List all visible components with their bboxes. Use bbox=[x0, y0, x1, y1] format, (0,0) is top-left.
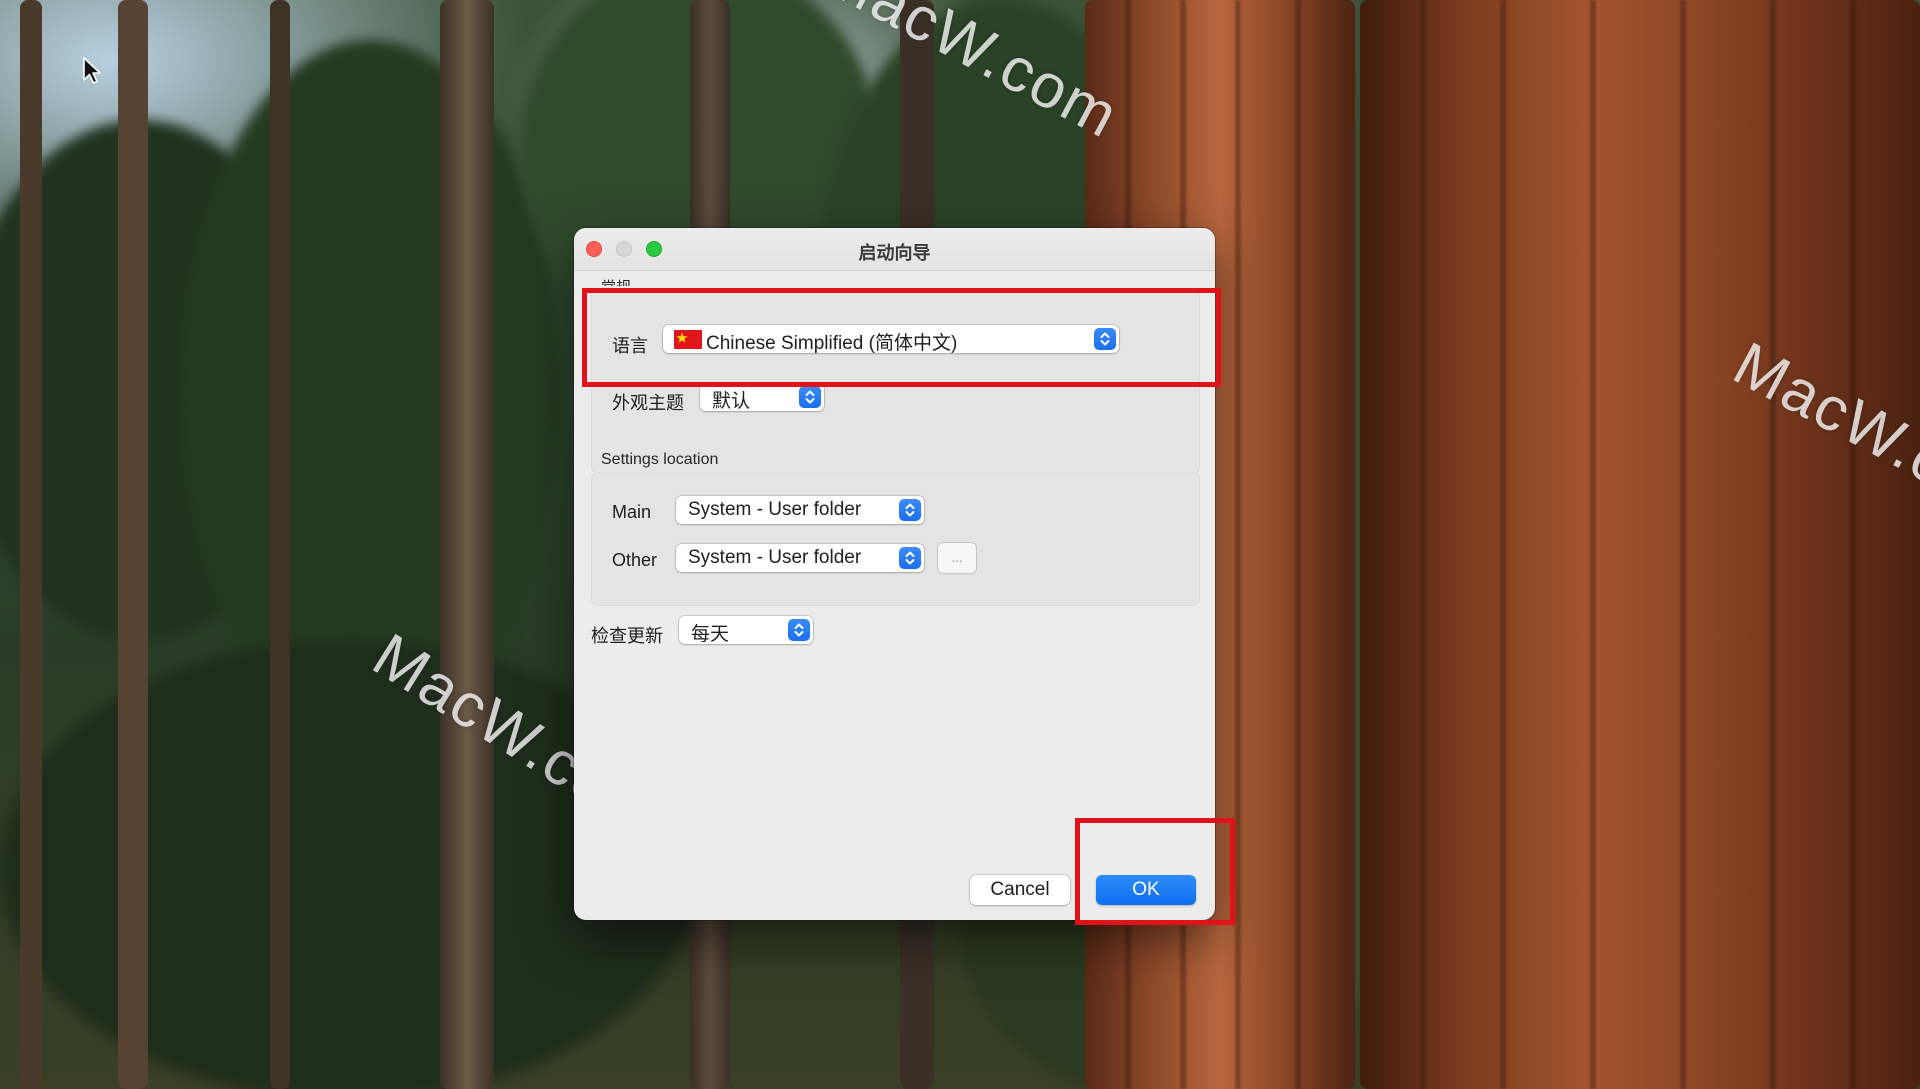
language-highlight-box bbox=[582, 288, 1221, 387]
theme-label: 外观主题 bbox=[612, 393, 684, 413]
redwood-trunk bbox=[1360, 0, 1920, 1089]
tree-trunk bbox=[20, 0, 42, 1089]
chevron-updown-icon bbox=[799, 386, 821, 408]
other-location-value: System - User folder bbox=[688, 547, 862, 568]
check-updates-select[interactable]: 每天 bbox=[679, 616, 813, 645]
main-label: Main bbox=[612, 502, 652, 522]
main-location-select[interactable]: System - User folder bbox=[676, 496, 924, 524]
general-group-label: 常规 bbox=[601, 276, 631, 286]
settings-location-group-box bbox=[591, 472, 1200, 606]
ok-highlight-box bbox=[1075, 818, 1235, 925]
theme-value: 默认 bbox=[712, 391, 751, 412]
tree-trunk bbox=[270, 0, 290, 1089]
other-location-select[interactable]: System - User folder bbox=[676, 544, 924, 572]
foliage bbox=[180, 40, 560, 740]
chevron-updown-icon bbox=[899, 547, 921, 569]
cancel-button[interactable]: Cancel bbox=[970, 875, 1070, 905]
settings-location-label: Settings location bbox=[601, 451, 719, 468]
tree-trunk bbox=[440, 0, 494, 1089]
check-updates-label: 检查更新 bbox=[591, 626, 663, 646]
other-label: Other bbox=[612, 550, 658, 570]
tree-trunk bbox=[118, 0, 148, 1089]
check-updates-value: 每天 bbox=[691, 624, 730, 645]
title-bar: 启动向导 bbox=[574, 228, 1215, 271]
main-location-value: System - User folder bbox=[688, 499, 862, 520]
theme-select[interactable]: 默认 bbox=[700, 383, 824, 412]
window-title: 启动向导 bbox=[858, 243, 931, 263]
browse-button[interactable]: ... bbox=[938, 543, 976, 573]
chevron-updown-icon bbox=[788, 619, 810, 641]
mouse-cursor-icon bbox=[83, 57, 101, 84]
chevron-updown-icon bbox=[899, 499, 921, 521]
